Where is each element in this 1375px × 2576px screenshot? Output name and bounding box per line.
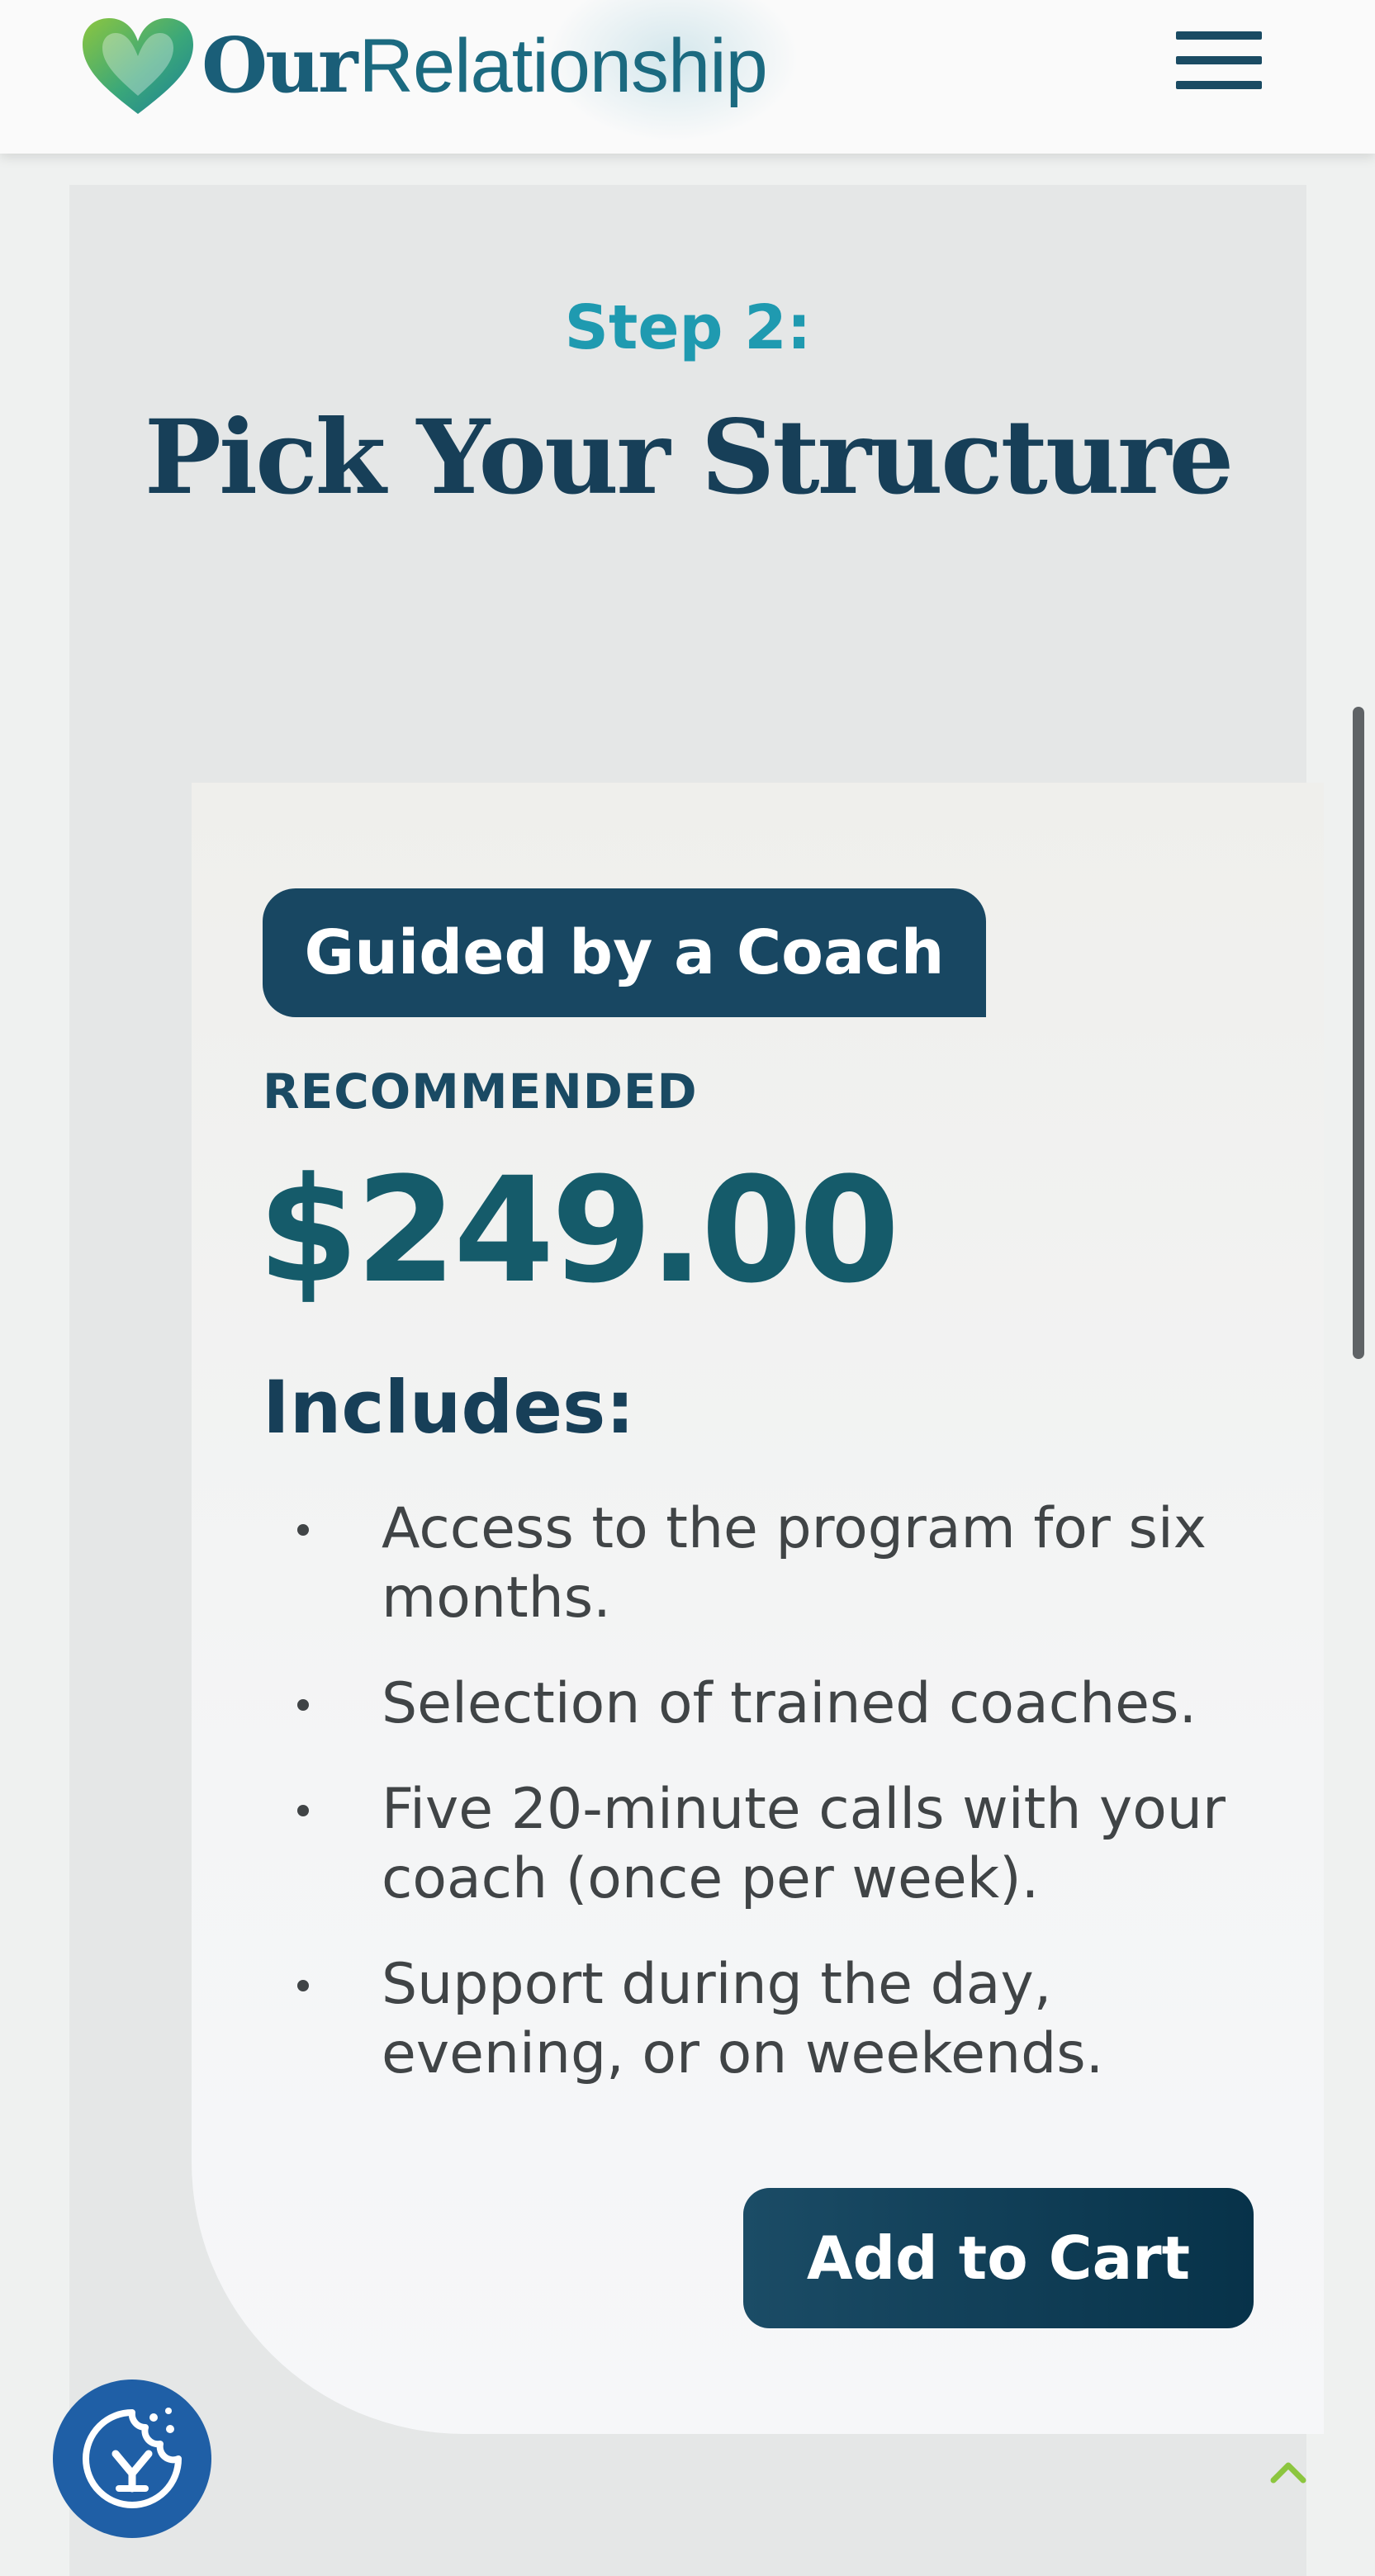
menu-bar [1176,56,1262,64]
step-label: Step 2: [564,292,812,363]
bullet [297,1699,309,1711]
bullet [297,1980,309,1991]
bullet [297,1805,309,1816]
logo-relationship: Relationship [358,23,768,108]
plan-card: Guided by a Coach RECOMMENDED $249.00 In… [192,783,1324,2434]
scrollbar-thumb[interactable] [1353,707,1364,1359]
feature-item: Five 20-minute calls with your coach (on… [241,1775,1249,1914]
feature-text: Five 20-minute calls with your coach (on… [382,1777,1226,1911]
bullet [297,1524,309,1536]
feature-text: Access to the program for six months. [382,1496,1207,1631]
logo-our: Our [202,20,358,110]
chevron-up-icon[interactable] [1268,2455,1308,2488]
feature-text: Selection of trained coaches. [382,1671,1197,1736]
includes-heading: Includes: [263,1365,635,1450]
heart-logo-icon [83,18,193,114]
feature-text: Support during the day, evening, or on w… [382,1952,1104,2086]
cookie-consent-icon [83,2408,182,2508]
logo-wordmark: OurRelationship [202,27,768,104]
hamburger-menu-icon[interactable] [1173,28,1265,94]
plan-price: $249.00 [258,1146,900,1315]
section-title: Pick Your Structure [144,398,1235,518]
feature-item: Access to the program for six months. [241,1494,1249,1633]
site-logo[interactable]: OurRelationship [76,12,768,119]
cookie-consent-button[interactable] [53,2379,211,2538]
site-header: OurRelationship [0,0,1375,154]
pricing-section: Step 2: Pick Your Structure Guided by a … [69,185,1324,2576]
feature-item: Selection of trained coaches. [241,1669,1249,1739]
feature-list: Access to the program for six months. Se… [241,1494,1249,2125]
recommended-tag: RECOMMENDED [263,1063,698,1120]
feature-item: Support during the day, evening, or on w… [241,1950,1249,2089]
plan-name-badge: Guided by a Coach [263,888,986,1017]
menu-bar [1176,81,1262,89]
menu-bar [1176,31,1262,40]
add-to-cart-button[interactable]: Add to Cart [743,2188,1254,2328]
